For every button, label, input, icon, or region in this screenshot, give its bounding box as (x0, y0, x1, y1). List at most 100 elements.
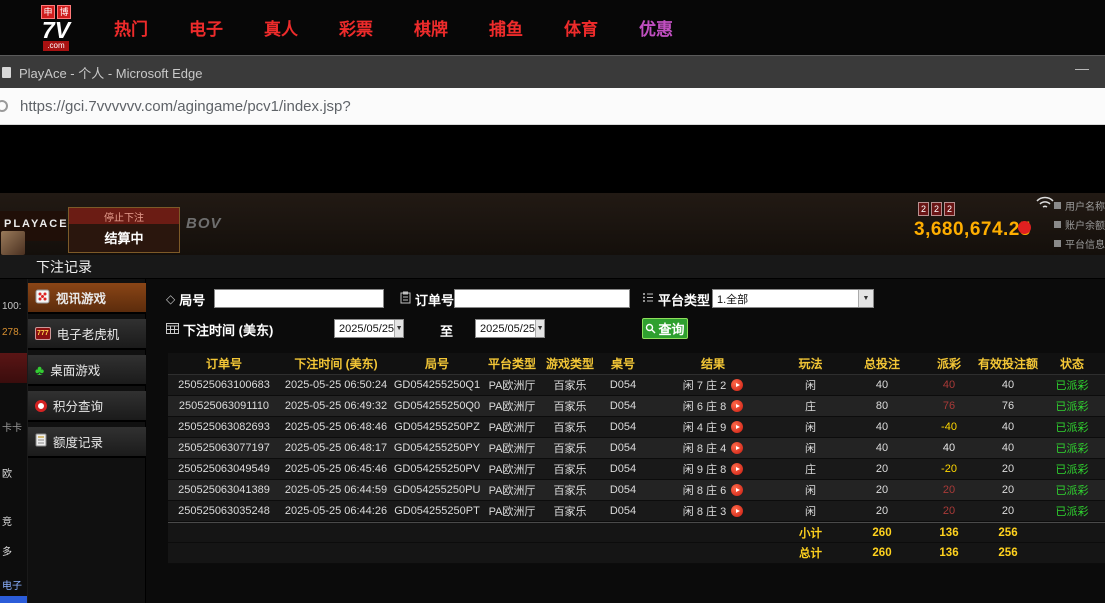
platform-type-value: 1.全部 (717, 291, 748, 307)
cell-payout: 40 (921, 438, 977, 458)
sidebar-item-points-query[interactable]: 积分查询 (28, 391, 146, 422)
account-info-row: 用户名称 (1054, 198, 1105, 213)
strip-text-fragment: 100: (2, 301, 21, 312)
cell-game-type: 百家乐 (542, 480, 598, 500)
cell-bet-time: 2025-05-25 06:48:17 (280, 438, 392, 458)
cell-play-type: 闲 (778, 417, 843, 437)
total-bet: 260 (843, 543, 921, 563)
replay-play-icon[interactable] (731, 505, 743, 517)
nav-menu-item[interactable]: 捕鱼 (489, 15, 523, 40)
replay-play-icon[interactable] (731, 442, 743, 454)
replay-play-icon[interactable] (731, 463, 743, 475)
nav-menu-item[interactable]: 电子 (189, 15, 223, 40)
document-icon (35, 433, 47, 450)
cell-status: 已派彩 (1039, 438, 1105, 458)
subtotal-label: 小计 (778, 523, 843, 542)
cell-platform: PA欧洲厅 (482, 438, 542, 458)
cell-valid-bet: 40 (977, 438, 1039, 458)
poker-chip-icon (35, 400, 47, 412)
sidebar-item-live-games[interactable]: 视讯游戏 (28, 283, 146, 314)
nav-menu: 热门 电子 真人 彩票 棋牌 捕鱼 体育 优惠 (114, 15, 673, 40)
query-button[interactable]: 查询 (642, 318, 688, 339)
betting-status-box: 停止下注 结算中 (68, 207, 180, 253)
table-header-row: 订单号 下注时间 (美东) 局号 平台类型 游戏类型 桌号 结果 玩法 总投注 … (168, 353, 1105, 375)
replay-play-icon[interactable] (731, 400, 743, 412)
table-row: 250525063091110 2025-05-25 06:49:32 GD05… (168, 396, 1105, 417)
cell-total-bet: 20 (843, 480, 921, 500)
cell-order: 250525063082693 (168, 417, 280, 437)
cell-status: 已派彩 (1039, 459, 1105, 479)
order-number-label: 订单号 (400, 289, 454, 309)
stop-betting-label: 停止下注 (69, 208, 179, 224)
nav-menu-item[interactable]: 棋牌 (414, 15, 448, 40)
browser-url-bar[interactable]: https://gci.7vvvvvv.com/agingame/pcv1/in… (0, 88, 1105, 125)
bet-records-table: 订单号 下注时间 (美东) 局号 平台类型 游戏类型 桌号 结果 玩法 总投注 … (168, 353, 1105, 564)
nav-menu-item[interactable]: 体育 (564, 15, 598, 40)
nav-menu-item[interactable]: 热门 (114, 15, 148, 40)
sidebar-item-quota-records[interactable]: 额度记录 (28, 427, 146, 458)
cell-total-bet: 80 (843, 396, 921, 416)
cell-game-type: 百家乐 (542, 459, 598, 479)
date-from-value: 2025/05/25 (339, 323, 394, 335)
minimize-button[interactable]: — (1075, 60, 1089, 76)
subtotal-spacer (168, 523, 778, 542)
nav-menu-item[interactable]: 彩票 (339, 15, 373, 40)
cell-bet-time: 2025-05-25 06:50:24 (280, 375, 392, 395)
cell-play-type: 闲 (778, 501, 843, 521)
info-label: 用户名称 (1065, 198, 1105, 213)
cell-table: D054 (598, 501, 648, 521)
cell-payout: -40 (921, 417, 977, 437)
cell-table: D054 (598, 438, 648, 458)
date-to-value: 2025/05/25 (480, 323, 535, 335)
diamond-icon: ◇ (166, 292, 175, 306)
replay-play-icon[interactable] (731, 379, 743, 391)
strip-text-fragment: 卡卡 (2, 419, 22, 434)
replay-play-icon[interactable] (731, 484, 743, 496)
date-from-select[interactable]: 2025/05/25 ▼ (334, 319, 404, 338)
platform-type-select[interactable]: 1.全部 ▼ (712, 289, 874, 308)
club-suit-icon: ♣ (35, 363, 44, 377)
cell-status: 已派彩 (1039, 375, 1105, 395)
sidebar-item-slots[interactable]: 777 电子老虎机 (28, 319, 146, 350)
info-icon (1054, 221, 1061, 228)
col-bet-time: 下注时间 (美东) (280, 353, 392, 374)
calendar-icon (166, 322, 179, 337)
cell-payout: 20 (921, 501, 977, 521)
bet-time-label: 下注时间 (美东) (166, 319, 273, 339)
playace-logo: PLAYACE (4, 218, 69, 230)
subtotal-bet: 260 (843, 523, 921, 542)
info-icon (1054, 202, 1061, 209)
grand-total-row: 总计 260 136 256 (168, 543, 1105, 564)
account-info-row: 平台信息 (1054, 236, 1105, 251)
reload-icon[interactable] (0, 100, 8, 112)
wifi-icon (1036, 196, 1054, 215)
logo-title: 7V (42, 19, 70, 41)
clipboard-icon (400, 291, 411, 307)
strip-red-fragment (0, 353, 28, 383)
date-to-select[interactable]: 2025/05/25 ▼ (475, 319, 545, 338)
subtotal-status-empty (1039, 523, 1105, 542)
cell-order: 250525063091110 (168, 396, 280, 416)
panel-title: 下注记录 (0, 255, 1105, 279)
sidebar-item-label: 视讯游戏 (56, 288, 106, 307)
result-text: 闲 6 庄 8 (683, 398, 726, 414)
strip-text-fragment: 多 (2, 543, 12, 558)
nav-menu-item[interactable]: 真人 (264, 15, 298, 40)
cell-result: 闲 8 庄 3 (648, 501, 778, 521)
dice-icon (35, 289, 50, 307)
table-row: 250525063041389 2025-05-25 06:44:59 GD05… (168, 480, 1105, 501)
site-logo[interactable]: 申 博 7V .com (20, 5, 92, 51)
replay-play-icon[interactable] (731, 421, 743, 433)
cell-result: 闲 8 庄 4 (648, 438, 778, 458)
url-text[interactable]: https://gci.7vvvvvv.com/agingame/pcv1/in… (20, 98, 351, 115)
cell-result: 闲 7 庄 2 (648, 375, 778, 395)
notification-dot (1018, 221, 1031, 234)
order-number-input[interactable] (454, 289, 630, 308)
result-text: 闲 9 庄 8 (683, 461, 726, 477)
col-order: 订单号 (168, 353, 280, 374)
sidebar-item-table-games[interactable]: ♣ 桌面游戏 (28, 355, 146, 386)
cell-bet-time: 2025-05-25 06:44:26 (280, 501, 392, 521)
col-valid-bet: 有效投注额 (977, 353, 1039, 374)
round-number-input[interactable] (214, 289, 384, 308)
nav-menu-item[interactable]: 优惠 (639, 15, 673, 40)
